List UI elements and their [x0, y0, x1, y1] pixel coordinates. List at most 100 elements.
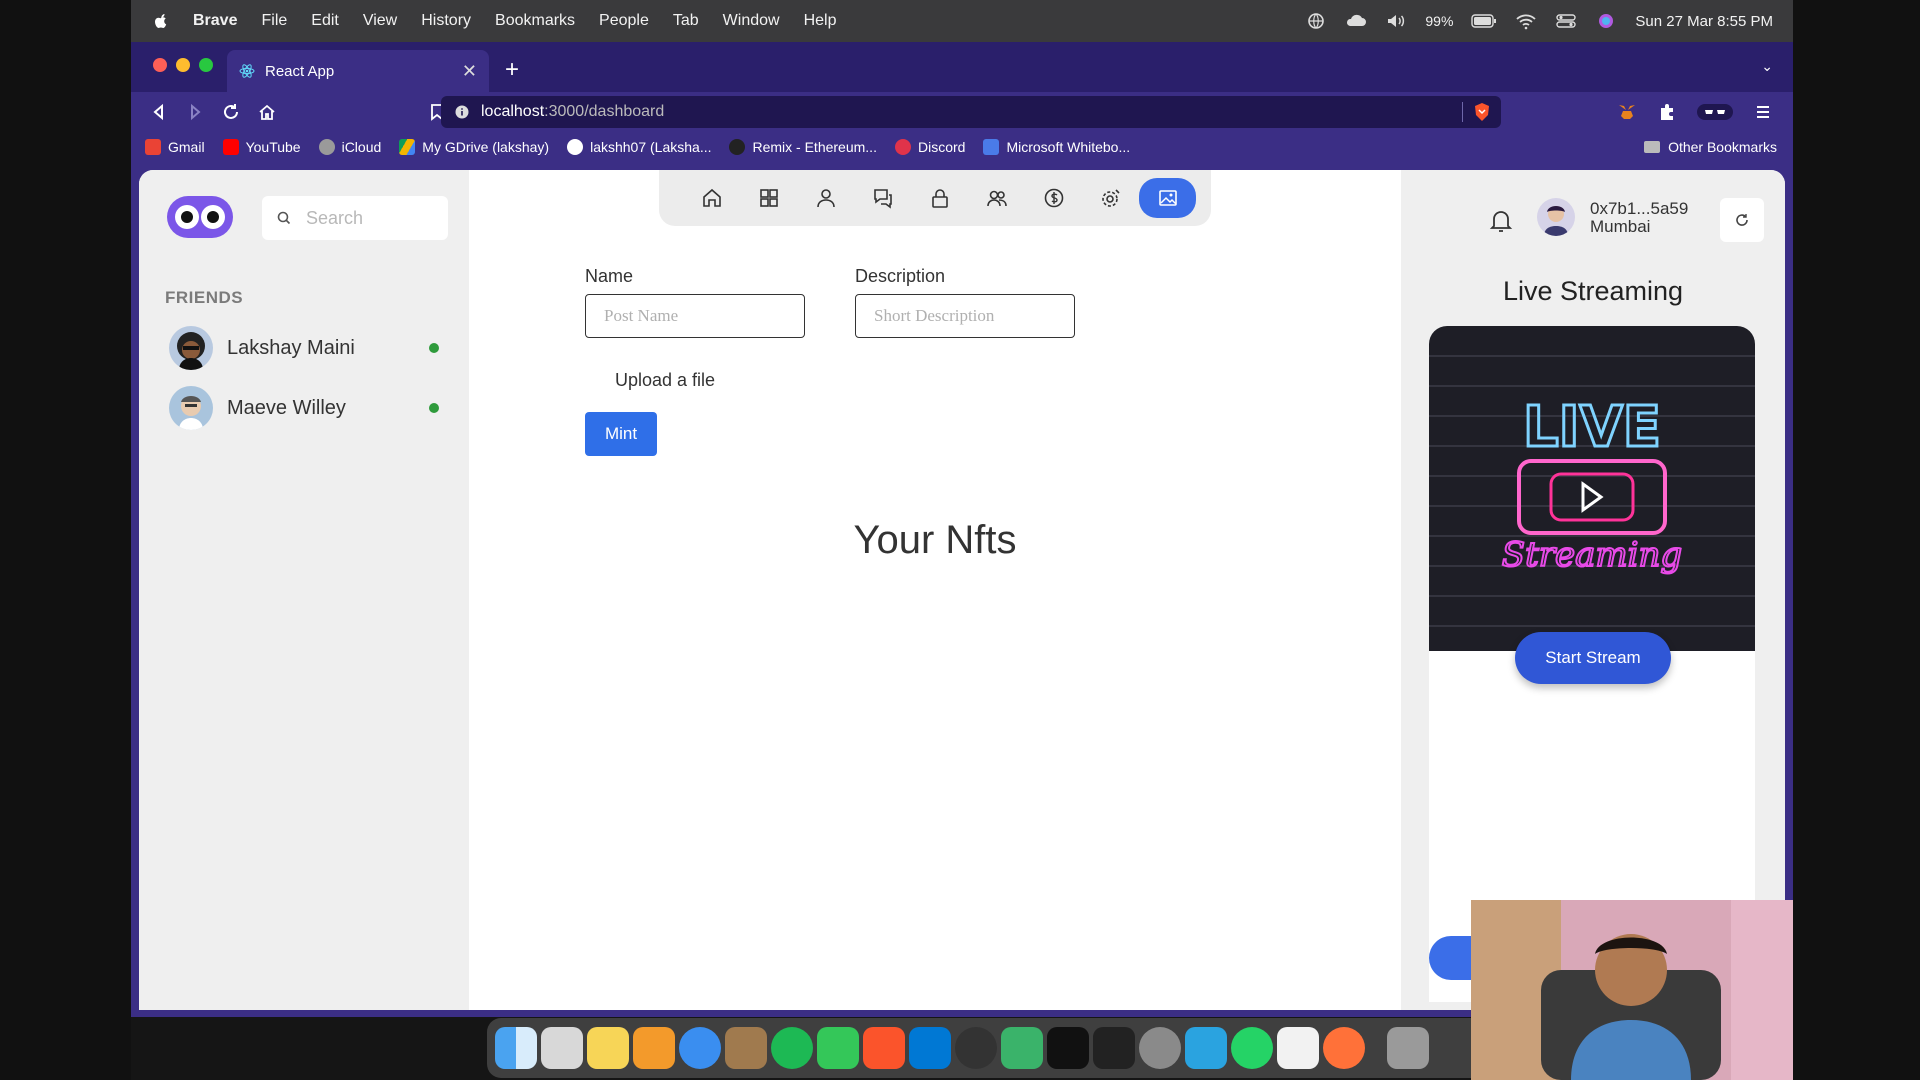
terminal-icon[interactable]: [1093, 1027, 1135, 1069]
home-browser-icon[interactable]: [257, 102, 277, 122]
avatar: [169, 386, 213, 430]
textedit-icon[interactable]: [1277, 1027, 1319, 1069]
nav-friends-button[interactable]: [968, 178, 1025, 218]
menu-file[interactable]: File: [261, 12, 287, 30]
menu-bookmarks[interactable]: Bookmarks: [495, 12, 575, 30]
bookmark-gdrive[interactable]: My GDrive (lakshay): [399, 139, 549, 155]
nav-gallery-button[interactable]: [1139, 178, 1196, 218]
facetime-icon[interactable]: [817, 1027, 859, 1069]
finder-icon[interactable]: [495, 1027, 537, 1069]
user-avatar[interactable]: [1537, 198, 1575, 236]
other-bookmarks[interactable]: Other Bookmarks: [1644, 139, 1777, 155]
app-logo[interactable]: [167, 196, 233, 238]
refresh-button[interactable]: [1720, 198, 1764, 242]
nav-chat-button[interactable]: [854, 178, 911, 218]
spotify-icon[interactable]: [771, 1027, 813, 1069]
notification-bell-icon[interactable]: [1489, 208, 1513, 234]
control-center-icon[interactable]: [1555, 12, 1577, 30]
chat-icon: [873, 189, 892, 209]
bookmark-remix[interactable]: Remix - Ethereum...: [729, 139, 877, 155]
send-app-icon[interactable]: [1001, 1027, 1043, 1069]
url-host: localhost: [481, 103, 545, 120]
metamask-icon[interactable]: [1617, 102, 1637, 122]
search-input[interactable]: [306, 207, 426, 229]
zoom-window-button[interactable]: [199, 58, 213, 72]
window-controls: [153, 58, 213, 72]
pages-icon[interactable]: [633, 1027, 675, 1069]
close-tab-icon[interactable]: ✕: [462, 61, 477, 82]
menu-help[interactable]: Help: [804, 12, 837, 30]
search-box[interactable]: [262, 196, 448, 240]
menubar-clock[interactable]: Sun 27 Mar 8:55 PM: [1635, 13, 1773, 30]
browser-menu-icon[interactable]: [1753, 102, 1773, 122]
bookmark-youtube[interactable]: YouTube: [222, 139, 301, 155]
bookmark-whiteboard[interactable]: Microsoft Whitebo...: [983, 139, 1130, 155]
browser-window: React App ✕ + ⌄ localhost:3000/dashboard…: [131, 42, 1793, 1017]
upload-file-button[interactable]: Upload a file: [615, 370, 715, 391]
hyper-terminal-icon[interactable]: [1047, 1027, 1089, 1069]
brave-shields-icon[interactable]: [1473, 102, 1491, 122]
tab-list-chevron-icon[interactable]: ⌄: [1761, 58, 1773, 75]
site-info-icon[interactable]: [455, 105, 469, 119]
notes-icon[interactable]: [587, 1027, 629, 1069]
safari-icon[interactable]: [679, 1027, 721, 1069]
trash-icon[interactable]: [1387, 1027, 1429, 1069]
search-icon: [277, 211, 291, 225]
bookmark-icloud[interactable]: iCloud: [318, 139, 381, 155]
bookmark-label: Discord: [917, 139, 966, 155]
post-name-input[interactable]: [585, 294, 805, 338]
brave-icon[interactable]: [863, 1027, 905, 1069]
siri-icon[interactable]: [1595, 12, 1617, 30]
bookmark-label: YouTube: [245, 139, 301, 155]
forward-icon[interactable]: [185, 102, 205, 122]
menu-history[interactable]: History: [421, 12, 471, 30]
bookmark-discord[interactable]: Discord: [894, 139, 966, 155]
globe-status-icon[interactable]: [1305, 12, 1327, 30]
nav-wallet-button[interactable]: [1025, 178, 1082, 218]
nav-lock-button[interactable]: [911, 178, 968, 218]
battery-icon[interactable]: [1471, 12, 1497, 30]
menu-tab[interactable]: Tab: [673, 12, 699, 30]
friend-item-maeve[interactable]: Maeve Willey: [169, 384, 439, 432]
menu-view[interactable]: View: [363, 12, 397, 30]
contacts-icon[interactable]: [725, 1027, 767, 1069]
bookmark-github[interactable]: lakshh07 (Laksha...: [567, 139, 711, 155]
menu-people[interactable]: People: [599, 12, 649, 30]
vscode-icon[interactable]: [909, 1027, 951, 1069]
browser-tab[interactable]: React App ✕: [227, 50, 489, 92]
launchpad-icon[interactable]: [541, 1027, 583, 1069]
menu-window[interactable]: Window: [723, 12, 780, 30]
nav-profile-button[interactable]: [797, 178, 854, 218]
telegram-icon[interactable]: [1185, 1027, 1227, 1069]
bookmark-gmail[interactable]: Gmail: [145, 139, 205, 155]
friends-icon: [986, 190, 1007, 207]
react-icon: [239, 64, 255, 78]
profile-glasses-icon[interactable]: [1697, 102, 1733, 122]
description-input[interactable]: [855, 294, 1075, 338]
minimize-window-button[interactable]: [176, 58, 190, 72]
nav-dashboard-button[interactable]: [740, 178, 797, 218]
apple-logo-icon[interactable]: [151, 11, 171, 31]
close-window-button[interactable]: [153, 58, 167, 72]
menu-edit[interactable]: Edit: [311, 12, 339, 30]
nav-settings-button[interactable]: [1082, 178, 1139, 218]
whatsapp-icon[interactable]: [1231, 1027, 1273, 1069]
back-icon[interactable]: [149, 102, 169, 122]
reload-icon[interactable]: [221, 102, 241, 122]
firefox-icon[interactable]: [1323, 1027, 1365, 1069]
menu-app-name[interactable]: Brave: [193, 12, 237, 30]
live-streaming-heading: Live Streaming: [1502, 276, 1684, 306]
extensions-puzzle-icon[interactable]: [1657, 102, 1677, 122]
obs-icon[interactable]: [955, 1027, 997, 1069]
system-preferences-icon[interactable]: [1139, 1027, 1181, 1069]
volume-icon[interactable]: [1385, 12, 1407, 30]
cloud-icon[interactable]: [1345, 12, 1367, 30]
nav-home-button[interactable]: [683, 178, 740, 218]
mint-button[interactable]: Mint: [585, 412, 657, 456]
friend-item-lakshay[interactable]: Lakshay Maini: [169, 324, 439, 372]
wifi-icon[interactable]: [1515, 12, 1537, 30]
address-bar[interactable]: localhost:3000/dashboard: [441, 96, 1501, 128]
start-stream-button[interactable]: Start Stream: [1515, 632, 1671, 684]
friends-heading: FRIENDS: [165, 288, 244, 307]
new-tab-icon[interactable]: +: [505, 56, 519, 84]
